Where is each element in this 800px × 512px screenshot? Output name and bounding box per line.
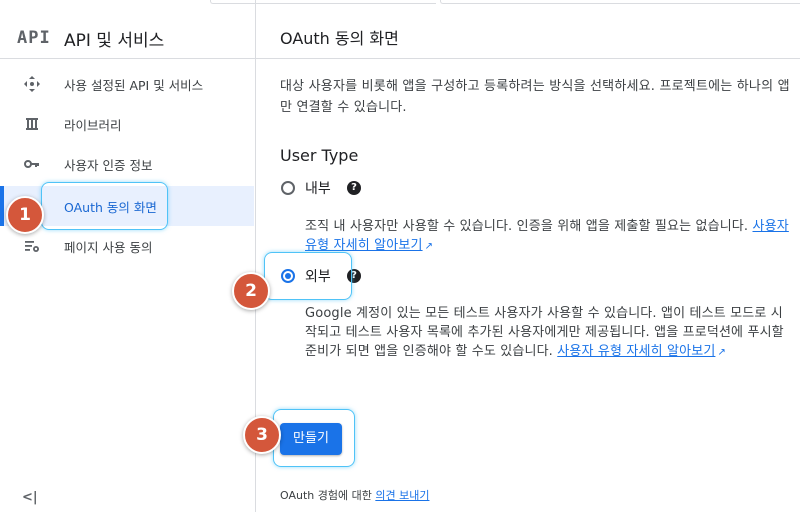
sidebar-item-label: 사용자 인증 정보 xyxy=(64,158,153,173)
internal-description: 조직 내 사용자만 사용할 수 있습니다. 인증을 위해 앱을 제출할 필요는 … xyxy=(305,217,789,256)
highlight-external-option xyxy=(264,252,352,300)
page-description: 대상 사용자를 비롯해 앱을 구성하고 등록하려는 방식을 선택하세요. 프로젝… xyxy=(280,79,790,115)
sidebar-item-page-consent[interactable]: 페이지 사용 동의 xyxy=(0,226,254,266)
step-marker-2: 2 xyxy=(232,272,270,310)
internal-label: 내부 xyxy=(305,181,331,197)
sidebar-item-credentials[interactable]: 사용자 인증 정보 xyxy=(0,144,254,184)
key-icon xyxy=(22,155,42,173)
api-logo: API xyxy=(17,28,51,48)
sidebar-item-label: 사용 설정된 API 및 서비스 xyxy=(64,78,204,93)
sidebar-item-enabled-apis[interactable]: 사용 설정된 API 및 서비스 xyxy=(0,64,254,104)
feedback-link[interactable]: 의견 보내기 xyxy=(375,489,429,502)
top-field-right xyxy=(440,0,800,4)
active-indicator xyxy=(0,186,4,226)
sidebar-item-label: 페이지 사용 동의 xyxy=(64,240,153,255)
internal-radio[interactable] xyxy=(281,181,295,195)
diamond-arrows-icon xyxy=(22,75,42,93)
internal-description-text: 조직 내 사용자만 사용할 수 있습니다. 인증을 위해 앱을 제출할 필요는 … xyxy=(305,219,749,234)
highlight-oauth-consent xyxy=(41,182,168,230)
feedback-line: OAuth 경험에 대한 의견 보내기 xyxy=(280,487,429,503)
collapse-sidebar-button[interactable]: <| xyxy=(22,490,38,505)
sidebar-title: API 및 서비스 xyxy=(64,31,165,51)
sidebar: API API 및 서비스 사용 설정된 API 및 서비스 라이브러리 사용자… xyxy=(0,0,256,512)
highlight-create-button xyxy=(273,409,355,467)
settings-list-icon xyxy=(22,237,42,255)
user-type-title: User Type xyxy=(280,146,359,165)
sidebar-header: API API 및 서비스 xyxy=(0,6,255,59)
sidebar-item-library[interactable]: 라이브러리 xyxy=(0,104,254,144)
external-description: Google 계정이 있는 모든 테스트 사용자가 사용할 수 있습니다. 앱이… xyxy=(305,304,789,362)
learn-more-link-external[interactable]: 사용자 유형 자세히 알아보기 xyxy=(557,344,715,359)
step-marker-3: 3 xyxy=(243,416,281,454)
step-marker-1: 1 xyxy=(6,196,44,234)
feedback-text: OAuth 경험에 대한 xyxy=(280,489,372,502)
main-header: OAuth 동의 화면 xyxy=(256,6,800,59)
external-link-icon: ↗ xyxy=(717,347,726,358)
page-title: OAuth 동의 화면 xyxy=(280,29,399,48)
library-icon xyxy=(22,115,42,133)
help-icon[interactable]: ? xyxy=(347,181,361,195)
sidebar-item-label: 라이브러리 xyxy=(64,118,122,133)
external-link-icon: ↗ xyxy=(424,241,434,252)
